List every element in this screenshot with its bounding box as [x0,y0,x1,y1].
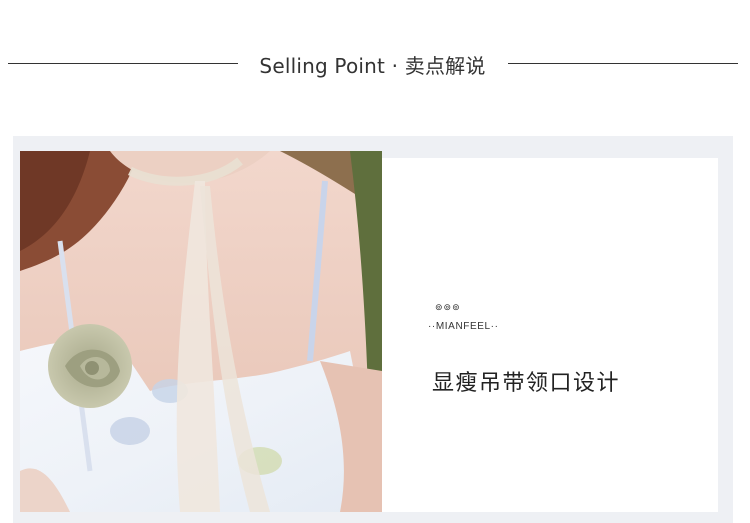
product-photo-illustration [20,151,382,512]
header-left-rule [8,63,238,64]
feature-card [382,158,718,512]
section-header: Selling Point · 卖点解说 [0,44,750,84]
feature-headline: 显瘦吊带领口设计 [432,371,621,396]
header-right-rule [508,63,738,64]
decorative-circles: ⊚⊚⊚ [435,303,461,313]
brand-name: ··MIANFEEL·· [428,321,499,332]
section-title: Selling Point · 卖点解说 [259,54,486,78]
product-photo [20,151,382,512]
